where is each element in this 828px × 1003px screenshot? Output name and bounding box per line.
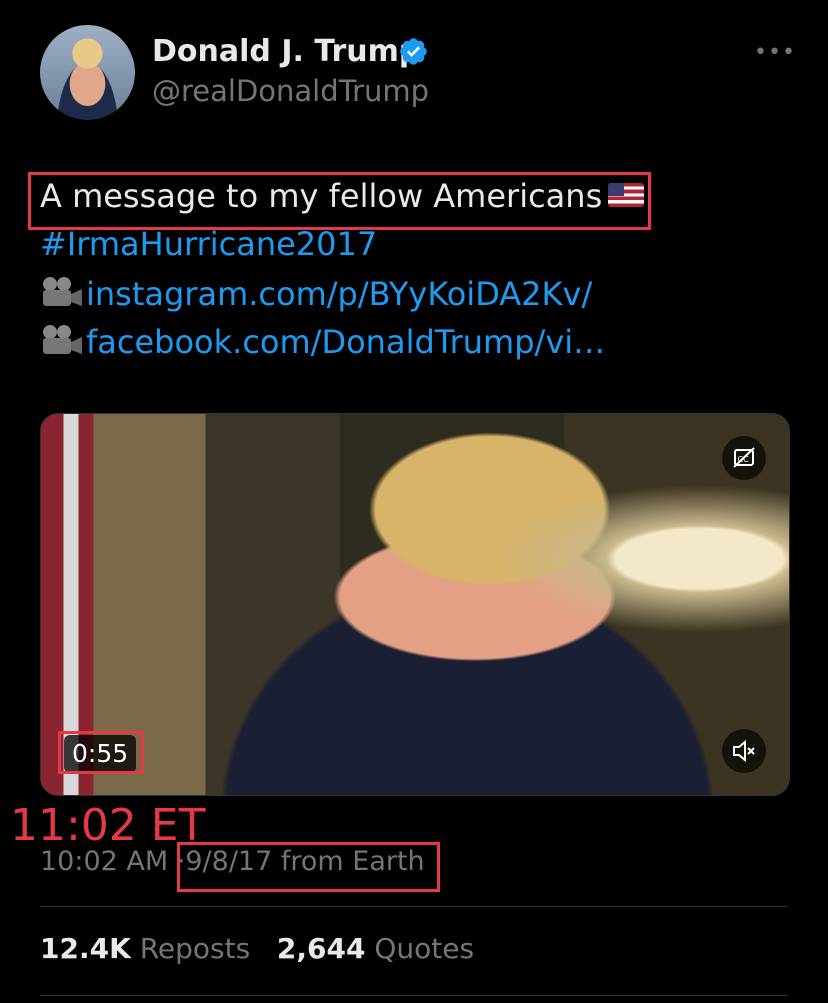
tweet-time[interactable]: 10:02 AM [40,846,168,877]
movie-camera-icon [43,325,82,354]
author-handle[interactable]: @realDonaldTrump [152,74,429,108]
avatar[interactable] [40,25,135,120]
highlight-box-duration [58,731,144,774]
mute-button[interactable] [722,729,766,773]
movie-camera-icon [43,277,82,306]
hashtag-link[interactable]: #IrmaHurricane2017 [40,224,377,264]
divider [40,906,788,907]
facebook-link[interactable]: facebook.com/DonaldTrump/vi… [40,322,605,362]
captions-button[interactable]: CC [722,436,766,480]
volume-muted-icon [733,739,755,763]
instagram-link[interactable]: instagram.com/p/BYyKoiDA2Kv/ [40,274,592,314]
captions-off-icon: CC [733,447,755,468]
video-player[interactable] [40,413,790,796]
quotes-stat[interactable]: 2,644 Quotes [277,932,474,965]
highlight-box-text [28,172,651,230]
divider [40,995,788,996]
engagement-stats: 12.4K Reposts 2,644 Quotes [40,932,474,965]
reposts-stat[interactable]: 12.4K Reposts [40,932,250,965]
verified-badge-icon [400,38,427,65]
more-options-icon[interactable]: ••• [754,40,796,65]
author-name[interactable]: Donald J. Trump [152,34,420,69]
highlight-box-date [177,842,440,892]
